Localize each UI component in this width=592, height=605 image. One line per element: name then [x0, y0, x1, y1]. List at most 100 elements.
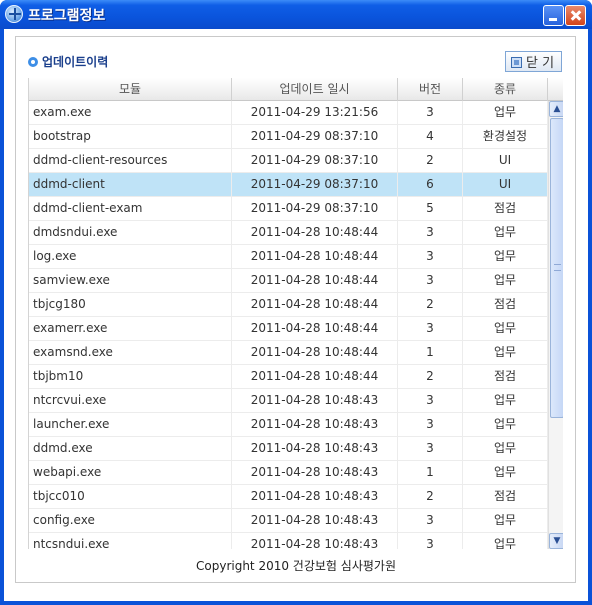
cell-update-time: 2011-04-28 10:48:43: [232, 437, 398, 460]
table-row[interactable]: ddmd-client-resources 2011-04-29 08:37:10…: [29, 149, 548, 173]
vertical-scrollbar[interactable]: ▲ ▼: [548, 101, 563, 549]
cell-type: 환경설정: [463, 125, 548, 148]
title-bar[interactable]: 프로그램정보: [0, 0, 592, 29]
update-history-table: 모듈 업데이트 일시 버전 종류 exam.exe 2011-04-29 13:2…: [28, 78, 563, 549]
copyright-text: Copyright 2010 건강보험 심사평가원: [196, 559, 396, 573]
cell-update-time: 2011-04-29 08:37:10: [232, 197, 398, 220]
cell-module: ddmd-client-resources: [29, 149, 232, 172]
cell-type: 업무: [463, 269, 548, 292]
table-row[interactable]: ddmd.exe 2011-04-28 10:48:43 3 업무: [29, 437, 548, 461]
cell-version: 3: [398, 413, 463, 436]
window-client-area: 업데이트이력 닫 기 모듈 업데이트 일시 버전 종류 exam.exe 2011…: [4, 29, 588, 601]
column-header-module[interactable]: 모듈: [29, 78, 232, 101]
table-row[interactable]: launcher.exe 2011-04-28 10:48:43 3 업무: [29, 413, 548, 437]
table-row[interactable]: tbjcc010 2011-04-28 10:48:43 2 점검: [29, 485, 548, 509]
cell-type: 업무: [463, 461, 548, 484]
cell-module: ntcsndui.exe: [29, 533, 232, 549]
cell-version: 6: [398, 173, 463, 196]
table-row[interactable]: ntcrcvui.exe 2011-04-28 10:48:43 3 업무: [29, 389, 548, 413]
column-header-update-time[interactable]: 업데이트 일시: [232, 78, 398, 101]
cell-version: 2: [398, 149, 463, 172]
scroll-grip-icon: [554, 264, 561, 271]
app-icon: [5, 5, 23, 23]
minimize-button[interactable]: [543, 5, 564, 26]
cell-update-time: 2011-04-28 10:48:43: [232, 413, 398, 436]
cell-update-time: 2011-04-28 10:48:43: [232, 533, 398, 549]
cell-module: tbjcc010: [29, 485, 232, 508]
cell-module: config.exe: [29, 509, 232, 532]
section-title: 업데이트이력: [28, 53, 108, 70]
cell-version: 1: [398, 341, 463, 364]
cell-type: 점검: [463, 365, 548, 388]
window-title: 프로그램정보: [28, 8, 106, 24]
cell-type: 업무: [463, 101, 548, 124]
cell-type: 업무: [463, 245, 548, 268]
cell-version: 3: [398, 245, 463, 268]
table-body: exam.exe 2011-04-29 13:21:56 3 업무 bootstrap 2…: [29, 101, 548, 549]
cell-type: 점검: [463, 197, 548, 220]
cell-module: examerr.exe: [29, 317, 232, 340]
program-info-window: 프로그램정보 업데이트이력 닫 기 모듈 업데이트 일시 버전 종류 exam.…: [0, 0, 592, 605]
table-row[interactable]: config.exe 2011-04-28 10:48:43 3 업무: [29, 509, 548, 533]
cell-update-time: 2011-04-28 10:48:43: [232, 485, 398, 508]
cell-module: ddmd-client-exam: [29, 197, 232, 220]
scroll-thumb[interactable]: [550, 118, 563, 418]
column-header-version[interactable]: 버전: [398, 78, 463, 101]
cell-module: tbjcg180: [29, 293, 232, 316]
cell-update-time: 2011-04-28 10:48:44: [232, 269, 398, 292]
cell-update-time: 2011-04-28 10:48:44: [232, 293, 398, 316]
cell-type: 업무: [463, 221, 548, 244]
cell-type: UI: [463, 173, 548, 196]
cell-version: 3: [398, 317, 463, 340]
bullet-icon: [28, 57, 38, 67]
cell-type: 업무: [463, 389, 548, 412]
table-row[interactable]: ddmd-client-exam 2011-04-29 08:37:10 5 점검: [29, 197, 548, 221]
table-row[interactable]: ddmd-client 2011-04-29 08:37:10 6 UI: [29, 173, 548, 197]
cell-version: 3: [398, 101, 463, 124]
table-row[interactable]: dmdsndui.exe 2011-04-28 10:48:44 3 업무: [29, 221, 548, 245]
cell-type: 업무: [463, 509, 548, 532]
cell-update-time: 2011-04-29 13:21:56: [232, 101, 398, 124]
cell-update-time: 2011-04-28 10:48:43: [232, 509, 398, 532]
table-row[interactable]: samview.exe 2011-04-28 10:48:44 3 업무: [29, 269, 548, 293]
cell-module: exam.exe: [29, 101, 232, 124]
cell-type: 점검: [463, 293, 548, 316]
cell-version: 3: [398, 509, 463, 532]
table-row[interactable]: tbjbm10 2011-04-28 10:48:44 2 점검: [29, 365, 548, 389]
cell-version: 2: [398, 485, 463, 508]
cell-update-time: 2011-04-29 08:37:10: [232, 125, 398, 148]
cell-version: 3: [398, 269, 463, 292]
table-row[interactable]: webapi.exe 2011-04-28 10:48:43 1 업무: [29, 461, 548, 485]
table-row[interactable]: tbjcg180 2011-04-28 10:48:44 2 점검: [29, 293, 548, 317]
cell-module: dmdsndui.exe: [29, 221, 232, 244]
cell-update-time: 2011-04-28 10:48:44: [232, 317, 398, 340]
table-row[interactable]: exam.exe 2011-04-29 13:21:56 3 업무: [29, 101, 548, 125]
cell-update-time: 2011-04-28 10:48:43: [232, 389, 398, 412]
cell-type: 업무: [463, 533, 548, 549]
cell-version: 5: [398, 197, 463, 220]
close-dialog-button[interactable]: 닫 기: [505, 51, 562, 72]
cell-type: 점검: [463, 485, 548, 508]
cell-version: 3: [398, 221, 463, 244]
scroll-up-icon[interactable]: ▲: [549, 101, 563, 117]
cell-update-time: 2011-04-29 08:37:10: [232, 149, 398, 172]
window-close-button[interactable]: [565, 5, 586, 26]
cell-module: log.exe: [29, 245, 232, 268]
table-row[interactable]: log.exe 2011-04-28 10:48:44 3 업무: [29, 245, 548, 269]
cell-update-time: 2011-04-28 10:48:44: [232, 221, 398, 244]
table-row[interactable]: ntcsndui.exe 2011-04-28 10:48:43 3 업무: [29, 533, 548, 549]
close-button-label: 닫 기: [526, 56, 555, 71]
cell-update-time: 2011-04-29 08:37:10: [232, 173, 398, 196]
cell-version: 2: [398, 365, 463, 388]
table-row[interactable]: examsnd.exe 2011-04-28 10:48:44 1 업무: [29, 341, 548, 365]
table-row[interactable]: examerr.exe 2011-04-28 10:48:44 3 업무: [29, 317, 548, 341]
cell-module: launcher.exe: [29, 413, 232, 436]
cell-module: webapi.exe: [29, 461, 232, 484]
cell-module: tbjbm10: [29, 365, 232, 388]
section-title-text: 업데이트이력: [42, 55, 109, 69]
column-header-type[interactable]: 종류: [463, 78, 548, 101]
scroll-down-icon[interactable]: ▼: [549, 533, 563, 549]
update-history-panel: 업데이트이력 닫 기 모듈 업데이트 일시 버전 종류 exam.exe 2011…: [15, 36, 576, 583]
table-row[interactable]: bootstrap 2011-04-29 08:37:10 4 환경설정: [29, 125, 548, 149]
cell-version: 2: [398, 293, 463, 316]
